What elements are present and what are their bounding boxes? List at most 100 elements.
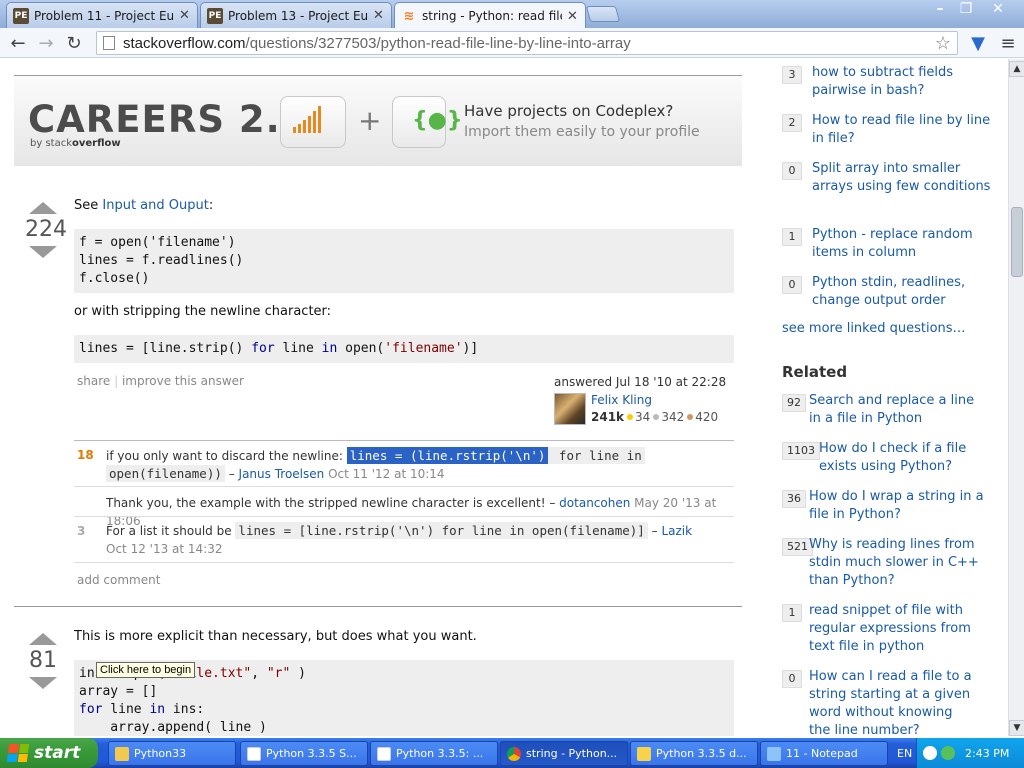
code-keyword: in	[321, 341, 338, 356]
tab-title: Problem 11 - Project Euler	[34, 8, 174, 23]
input-output-link[interactable]: Input and Ouput	[102, 198, 208, 213]
comment-code-selected: lines = (line.rstrip('\n')	[346, 447, 549, 464]
linked-title[interactable]: how to subtract fields pairwise in bash?	[812, 64, 982, 100]
scroll-thumb[interactable]	[1011, 207, 1023, 277]
related-question[interactable]: 92 Search and replace a line in a file i…	[782, 392, 992, 432]
extension-icon[interactable]: ▼	[966, 31, 990, 55]
related-question[interactable]: 1 read snippet of file with regular expr…	[782, 602, 992, 658]
related-title[interactable]: read snippet of file with regular expres…	[809, 602, 979, 656]
taskbar-item-python-help[interactable]: Python 3.3.5 d...	[630, 741, 758, 766]
careers-by-line: by stackoverflow	[30, 138, 121, 149]
related-title[interactable]: How do I wrap a string in a file in Pyth…	[809, 488, 989, 524]
address-bar[interactable]: stackoverflow.com/questions/3277503/pyth…	[96, 31, 958, 55]
downvote-icon[interactable]	[29, 677, 57, 689]
restore-icon[interactable]: ❐	[952, 0, 980, 18]
related-score: 1	[782, 604, 802, 622]
related-title[interactable]: How can I read a file to a string starti…	[809, 668, 974, 736]
comment-user-link[interactable]: Janus Troelsen	[239, 467, 325, 481]
comment-user-link[interactable]: Lazik	[661, 524, 692, 538]
add-comment-link[interactable]: add comment	[77, 573, 160, 587]
code-line: array.append( line )	[79, 720, 267, 735]
close-window-icon[interactable]: ✕	[984, 0, 1012, 18]
related-question[interactable]: 36 How do I wrap a string in a file in P…	[782, 488, 992, 528]
linked-title[interactable]: Python - replace random items in column	[812, 226, 992, 262]
scroll-down-icon[interactable]: ▼	[1009, 720, 1024, 736]
related-question[interactable]: 1103 How do I check if a file exists usi…	[782, 440, 992, 480]
task-label: string - Python...	[526, 747, 618, 760]
taskbar-item-python-docs-2[interactable]: Python 3.3.5: ...	[370, 741, 498, 766]
plus-sign: +	[358, 104, 382, 137]
page-content: CAREERS 2.0 by stackoverflow + {●} Have …	[0, 59, 1008, 736]
related-score: 36	[782, 490, 806, 508]
start-button[interactable]: start	[0, 738, 98, 768]
close-icon[interactable]: ✕	[179, 8, 191, 23]
linked-question[interactable]: 1 Python - replace random items in colum…	[782, 226, 992, 266]
new-tab-button[interactable]	[585, 6, 621, 22]
linked-question[interactable]: 0 Python stdin, readlines, change output…	[782, 274, 992, 314]
linked-title[interactable]: Python stdin, readlines, change output o…	[812, 274, 982, 310]
browser-tab-strip: PE Problem 11 - Project Euler ✕ PE Probl…	[0, 0, 1024, 29]
bronze-badge-count: 420	[695, 410, 719, 424]
tab-problem-11[interactable]: PE Problem 11 - Project Euler ✕	[6, 2, 198, 28]
avatar[interactable]	[554, 393, 586, 425]
code-token: lines = [line.strip()	[79, 341, 252, 356]
taskbar-item-python-docs-1[interactable]: Python 3.3.5 S...	[240, 741, 368, 766]
comment-code: lines = [line.rstrip('\n') for line in o…	[235, 522, 648, 539]
start-label: start	[34, 743, 81, 763]
minimize-icon[interactable]: –	[926, 0, 954, 18]
linked-question[interactable]: 2 How to read file line by line in file?	[782, 112, 992, 152]
page-icon	[103, 36, 115, 50]
gold-badge-icon	[627, 414, 634, 420]
code-block: lines = [line.strip() for line in open('…	[74, 335, 734, 363]
share-link[interactable]: share	[77, 374, 110, 388]
comment: For a list it should be lines = [line.rs…	[106, 522, 734, 558]
careers-ad[interactable]: CAREERS 2.0 by stackoverflow + {●} Have …	[14, 76, 742, 166]
reload-icon[interactable]: ↻	[62, 31, 86, 55]
upvote-icon[interactable]	[29, 202, 57, 214]
related-title[interactable]: Search and replace a line in a file in P…	[809, 392, 989, 428]
clock[interactable]: 2:43 PM	[965, 747, 1009, 760]
user-name-link[interactable]: Felix Kling	[591, 393, 652, 407]
taskbar-item-chrome[interactable]: string - Python...	[500, 741, 628, 766]
upvote-icon[interactable]	[29, 633, 57, 645]
taskbar-item-python33[interactable]: Python33	[108, 741, 236, 766]
related-question[interactable]: 0 How can I read a file to a string star…	[782, 668, 992, 736]
linked-question[interactable]: 0 Split array into smaller arrays using …	[782, 160, 992, 216]
network-icon[interactable]	[941, 746, 955, 760]
back-icon[interactable]: ←	[6, 31, 30, 55]
separator: |	[114, 374, 119, 388]
language-indicator[interactable]: EN	[897, 747, 912, 760]
code-block: f = open('filename') lines = f.readlines(…	[74, 229, 734, 293]
by-prefix: by stack	[30, 138, 72, 149]
page-scrollbar[interactable]: ▲ ▼	[1008, 59, 1024, 736]
related-title[interactable]: Why is reading lines from stdin much slo…	[809, 536, 979, 590]
linked-title[interactable]: Split array into smaller arrays using fe…	[812, 160, 992, 196]
linked-score: 3	[782, 66, 802, 84]
code-token: ins:	[165, 702, 205, 717]
code-token: ,	[251, 666, 267, 681]
bookmark-star-icon[interactable]: ☆	[935, 33, 951, 54]
related-score: 1103	[782, 442, 820, 460]
taskbar-item-notepad[interactable]: 11 - Notepad	[760, 741, 888, 766]
see-more-linked-link[interactable]: see more linked questions…	[782, 321, 966, 336]
close-icon[interactable]: ✕	[567, 9, 579, 24]
comment-dash: –	[224, 467, 239, 481]
comment-code: open(filename))	[106, 465, 225, 482]
show-hidden-icons-icon[interactable]	[923, 746, 937, 760]
careers-logo: CAREERS 2.0	[28, 98, 308, 141]
comment-text: Thank you, the example with the stripped…	[106, 496, 560, 510]
tab-problem-13[interactable]: PE Problem 13 - Project Euler ✕	[200, 2, 392, 28]
linked-title[interactable]: How to read file line by line in file?	[812, 112, 992, 148]
close-icon[interactable]: ✕	[373, 8, 385, 23]
tab-stackoverflow[interactable]: ≋ string - Python: read file line ✕	[394, 2, 586, 29]
linked-question[interactable]: 3 how to subtract fields pairwise in bas…	[782, 64, 992, 104]
scroll-up-icon[interactable]: ▲	[1009, 61, 1024, 77]
related-title[interactable]: How do I check if a file exists using Py…	[819, 440, 979, 476]
comment-user-link[interactable]: dotancohen	[559, 496, 630, 510]
related-question[interactable]: 521 Why is reading lines from stdin much…	[782, 536, 992, 592]
reputation-score: 241k	[591, 410, 625, 424]
downvote-icon[interactable]	[29, 246, 57, 258]
menu-icon[interactable]: ≡	[996, 31, 1020, 55]
forward-icon[interactable]: →	[34, 31, 58, 55]
improve-answer-link[interactable]: improve this answer	[122, 374, 244, 388]
